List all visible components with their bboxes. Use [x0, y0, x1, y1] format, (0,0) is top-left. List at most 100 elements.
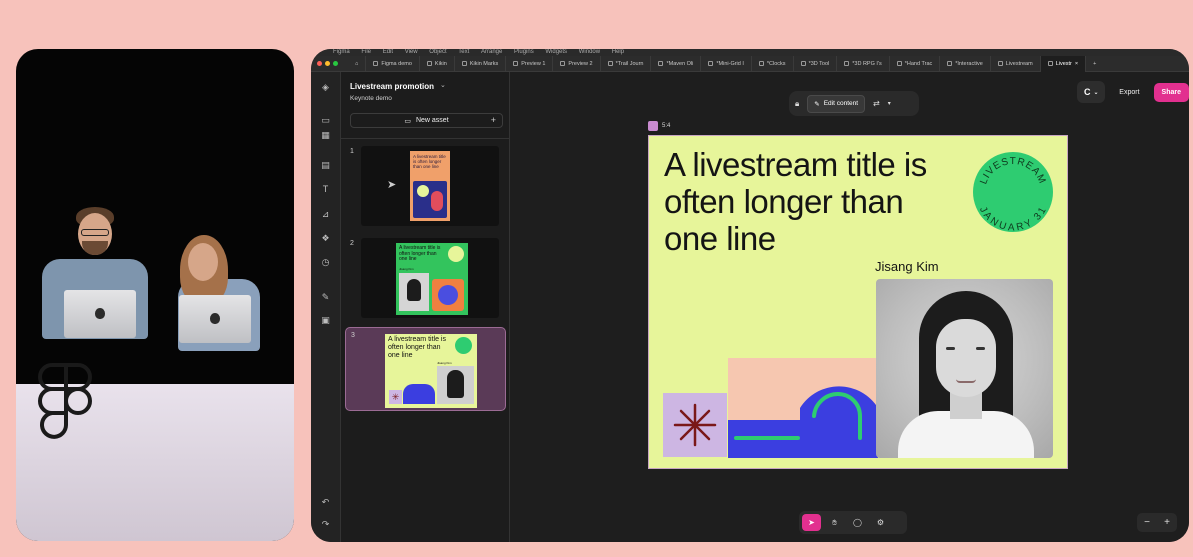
header-actions: C ⌄ Export Share [1077, 81, 1189, 103]
new-asset-button[interactable]: ▭ New asset + [350, 113, 503, 128]
slide-thumbnail-2: A livestream title is often longer than … [396, 243, 468, 315]
new-asset-label: New asset [415, 117, 449, 124]
menu-edit[interactable]: Edit [383, 49, 393, 55]
plugin-icon[interactable]: ✎ [320, 292, 331, 303]
blue-arch-shape [728, 386, 878, 458]
slide-thumbnail-3: A livestream title is often longer than … [385, 334, 477, 408]
presenter-name: Jisang Kim [875, 259, 939, 274]
laptop-left [64, 290, 136, 338]
main-slide[interactable]: A livestream title is often longer than … [648, 135, 1068, 469]
comment-tool-icon[interactable]: ◯ [848, 514, 867, 531]
menu-object[interactable]: Object [429, 49, 446, 55]
redo-icon[interactable]: ↷ [320, 519, 331, 530]
new-tab-button[interactable]: + [1086, 56, 1103, 72]
figma-file-icon [758, 61, 764, 66]
tab-preview-2[interactable]: Preview 2 [553, 55, 601, 72]
close-tab-icon[interactable]: × [1075, 56, 1078, 72]
canvas[interactable]: 🔒︎ ✎ Edit content ⇄ ▾ C ⌄ Export Share 5:… [510, 72, 1189, 542]
figma-file-icon [426, 61, 432, 66]
tab-clocks[interactable]: *Clocks [752, 55, 794, 72]
grid-icon[interactable]: ▦ [320, 130, 331, 141]
plus-icon: + [1093, 60, 1097, 67]
menu-window[interactable]: Window [579, 49, 600, 55]
thumbnail-shape [403, 384, 435, 404]
minimize-window-button[interactable] [325, 61, 330, 66]
menu-plugins[interactable]: Plugins [514, 49, 534, 55]
home-tab[interactable]: ⌂ [348, 55, 367, 72]
edit-content-button[interactable]: ✎ Edit content [807, 94, 866, 113]
tab-trail-journ[interactable]: *Trail Journ [601, 55, 652, 72]
menu-view[interactable]: View [405, 49, 418, 55]
tab-3d-tool[interactable]: *3D Tool [794, 55, 838, 72]
zoom-in-button[interactable]: + [1164, 517, 1170, 528]
tab-kikin-marks[interactable]: Kikin Marks [455, 55, 507, 72]
user-avatar-button[interactable]: C ⌄ [1077, 81, 1106, 103]
bottom-toolbar: ➤ ✋︎ ◯ ⚙ [799, 511, 907, 534]
plus-icon[interactable]: + [491, 115, 496, 125]
tab-3d-rpg[interactable]: *3D RPG I's [837, 55, 890, 72]
export-button[interactable]: Export [1111, 89, 1147, 96]
share-button[interactable]: Share [1153, 82, 1189, 102]
frame-icon[interactable]: ▭ [320, 115, 331, 126]
tab-hand-trac[interactable]: *Hand Trac [890, 55, 941, 72]
thumbnail-title: A livestream title is often longer than … [413, 154, 446, 169]
swap-icon[interactable]: ⇄ [873, 99, 880, 108]
frame-label[interactable]: 5:4 [648, 121, 670, 131]
components-icon[interactable]: ❖ [320, 233, 331, 244]
figma-file-icon [896, 61, 902, 66]
laptop-right [179, 295, 251, 343]
slide-thumbnail-frame: A livestream title is often longer than … [361, 146, 499, 226]
tab-interactive[interactable]: *Interactive [940, 55, 991, 72]
menu-help[interactable]: Help [612, 49, 624, 55]
chevron-down-icon[interactable]: ⌄ [440, 81, 446, 89]
menu-text[interactable]: Text [458, 49, 469, 55]
tab-maven-oli[interactable]: *Maven Oli [651, 55, 702, 72]
figma-menu-icon[interactable]: ◈ [320, 82, 331, 93]
figma-file-icon [844, 61, 850, 66]
slide-item-2[interactable]: 2 A livestream title is often longer tha… [345, 236, 506, 320]
figma-file-icon [997, 61, 1003, 66]
menu-figma[interactable]: Figma [333, 49, 350, 55]
asset-panel: Livestream promotion ⌄ Keynote demo ▭ Ne… [341, 72, 510, 542]
figma-file-icon [513, 61, 519, 66]
slide-number: 3 [351, 332, 355, 339]
text-icon[interactable]: T [320, 184, 331, 195]
clock-icon[interactable]: ◷ [320, 257, 331, 268]
menu-file[interactable]: File [361, 49, 371, 55]
project-title[interactable]: Livestream promotion [350, 82, 434, 91]
figma-file-icon [607, 61, 613, 66]
cursor-icon: ➤ [387, 179, 397, 191]
slide-thumbnail-frame: A livestream title is often longer than … [362, 330, 500, 410]
film-icon[interactable]: ▣ [320, 315, 331, 326]
move-tool-icon[interactable]: ➤ [802, 514, 821, 531]
figma-file-icon [708, 61, 714, 66]
zoom-out-button[interactable]: − [1144, 517, 1150, 528]
plugin-tool-icon[interactable]: ⚙ [871, 514, 890, 531]
slide-item-3[interactable]: 3 A livestream title is often longer tha… [345, 327, 506, 411]
menu-widgets[interactable]: Widgets [545, 49, 567, 55]
menu-arrange[interactable]: Arrange [481, 49, 502, 55]
zoom-window-button[interactable] [333, 61, 338, 66]
presenter-video [16, 49, 294, 541]
close-window-button[interactable] [317, 61, 322, 66]
slide-item-1[interactable]: 1 A livestream title is often longer tha… [345, 144, 506, 228]
thumbnail-pattern [413, 181, 447, 218]
figma-file-icon [373, 61, 379, 66]
home-icon: ⌂ [355, 60, 359, 67]
layout-icon[interactable]: ▤ [320, 160, 331, 171]
tab-kikin[interactable]: Kikin [420, 55, 455, 72]
hand-tool-icon[interactable]: ✋︎ [825, 514, 844, 531]
tab-livestream[interactable]: Livestream [991, 55, 1041, 72]
thumbnail-name: Jisang Kim [437, 361, 452, 365]
chevron-down-icon[interactable]: ▾ [888, 100, 891, 107]
undo-icon[interactable]: ↶ [320, 497, 331, 508]
tab-figma-demo[interactable]: Figma demo [366, 55, 420, 72]
thumbnail-badge [448, 246, 464, 262]
tab-mini-grid[interactable]: *Mini-Grid I [701, 55, 752, 72]
tab-livestream-active[interactable]: Livestr × [1040, 55, 1087, 72]
left-toolstrip: ◈ ▭ ▦ ▤ T ⊿ ❖ ◷ ✎ ▣ ↶ ↷ [311, 72, 341, 542]
lock-icon[interactable]: 🔒︎ [795, 99, 799, 109]
tab-preview-1[interactable]: Preview 1 [506, 55, 554, 72]
chart-icon[interactable]: ⊿ [320, 209, 331, 220]
figma-file-icon [800, 61, 806, 66]
